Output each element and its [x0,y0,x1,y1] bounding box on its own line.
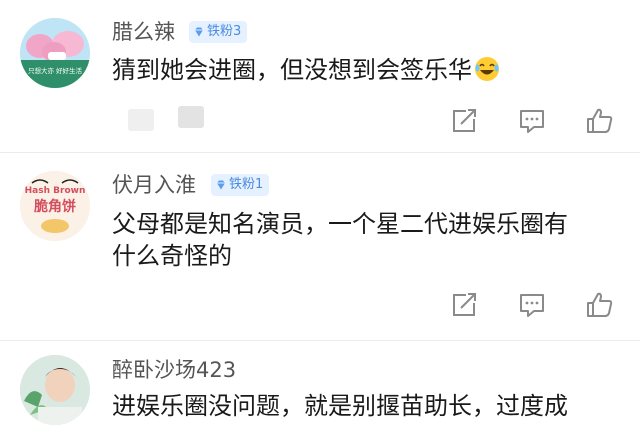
comment-2: Hash Brown 脆角饼 伏月入淮 铁粉1 父母都是知名演员，一个星二代进娱… [0,153,640,340]
fan-badge-label: 铁粉1 [229,177,264,192]
comment-button[interactable] [517,290,547,320]
comment-icon [520,110,544,133]
fan-badge: 铁粉1 [211,174,270,196]
comment-actions [0,106,640,138]
avatar-caption-2: 脆角饼 [33,198,76,215]
comment-3: 醉卧沙场423 进娱乐圈没问题，就是别揠苗助长，过度成 [0,341,640,429]
username[interactable]: 醉卧沙场423 [112,358,236,382]
share-icon [453,293,476,316]
comment-text-line: 猜到她会进圈，但没想到会签乐华 [112,56,472,84]
avatar-image: Hash Brown 脆角饼 [20,171,90,241]
fan-badge: 铁粉3 [189,21,248,43]
username[interactable]: 腊么辣 [112,20,175,44]
laughing-tears-emoji [474,56,500,82]
comment-1: 只想大亦 好好生活 腊么辣 铁粉3 猜到她会进圈，但没想到会签乐华 [0,0,640,152]
like-icon [587,292,613,317]
avatar-caption: 只想大亦 好好生活 [28,66,83,75]
avatar-image: 只想大亦 好好生活 [20,18,90,88]
avatar-caption: Hash Brown [25,186,86,196]
comment-actions [0,290,640,322]
avatar[interactable]: 只想大亦 好好生活 [20,18,90,88]
comment-text-line: 什么奇怪的 [112,242,232,270]
comment-button[interactable] [517,106,547,136]
comment-text: 猜到她会进圈，但没想到会签乐华 [112,55,627,86]
share-button[interactable] [449,106,479,136]
comment-text: 父母都是知名演员，一个星二代进娱乐圈有 什么奇怪的 [112,209,627,272]
diamond-icon [215,179,227,191]
avatar[interactable] [20,355,90,425]
like-button[interactable] [585,290,615,320]
like-icon [587,108,613,133]
fan-badge-label: 铁粉3 [207,24,242,39]
avatar[interactable]: Hash Brown 脆角饼 [20,171,90,241]
share-button[interactable] [449,290,479,320]
diamond-icon [193,26,205,38]
like-button[interactable] [585,106,615,136]
comment-text-line: 父母都是知名演员，一个星二代进娱乐圈有 [112,210,568,238]
comment-icon [520,294,544,317]
avatar-image [20,355,90,425]
comment-text-line: 进娱乐圈没问题，就是别揠苗助长，过度成 [112,392,568,420]
username[interactable]: 伏月入淮 [112,173,196,197]
comment-text: 进娱乐圈没问题，就是别揠苗助长，过度成 [112,391,627,422]
share-icon [453,109,476,132]
